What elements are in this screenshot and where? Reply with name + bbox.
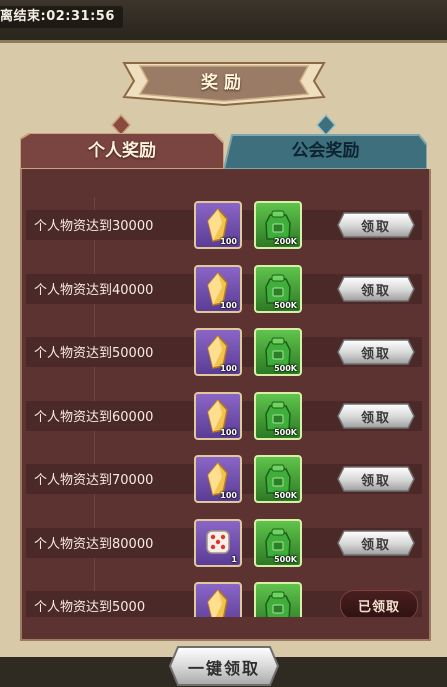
claim-button[interactable]: 领取	[336, 275, 416, 303]
reward-item-slot[interactable]	[254, 582, 302, 617]
reward-item-slot[interactable]: 100	[194, 455, 242, 503]
reward-item-quantity: 100	[220, 491, 237, 500]
claim-button[interactable]: 领取	[336, 211, 416, 239]
reward-condition: 个人物资达到70000	[34, 473, 154, 488]
claim-button[interactable]: 领取	[336, 402, 416, 430]
reward-item-quantity: 200K	[274, 237, 297, 246]
reward-item-slot[interactable]: 500K	[254, 391, 302, 440]
tab-guild-label: 公会奖励	[291, 141, 360, 161]
reward-list-panel: 个人物资达到30000 100 200K 领取 个人物资达到40000 100 500K 领取…	[20, 169, 431, 641]
reward-row: 个人物资达到60000 100 500K 领取	[22, 384, 429, 448]
reward-list[interactable]: 个人物资达到30000 100 200K 领取 个人物资达到40000 100 500K 领取…	[22, 169, 429, 617]
claim-button[interactable]: 领取	[336, 338, 416, 366]
claim-button-label: 领取	[360, 283, 391, 299]
claim-button[interactable]: 领取	[336, 529, 416, 557]
tab-guild-rewards[interactable]: 公会奖励	[224, 133, 427, 169]
claim-button-label: 领取	[360, 347, 391, 362]
reward-item-slot[interactable]: 100	[194, 264, 242, 313]
reward-condition: 个人物资达到80000	[34, 536, 154, 552]
tab-personal-label: 个人奖励	[88, 141, 156, 161]
reward-row: 个人物资达到5000 已领取	[22, 574, 429, 617]
reward-condition: 个人物资达到5000	[34, 600, 146, 615]
reward-item-quantity: 500K	[274, 554, 297, 564]
reward-item-slot[interactable]: 500K	[254, 518, 302, 567]
reward-item-slot[interactable]: 100	[194, 328, 242, 376]
reward-condition: 个人物资达到40000	[34, 282, 154, 298]
claim-all-button[interactable]: 一键领取	[168, 645, 280, 687]
tab-personal-rewards[interactable]: 个人奖励	[20, 133, 224, 169]
claimed-badge: 已领取	[340, 590, 418, 617]
reward-condition: 个人物资达到50000	[34, 346, 154, 361]
reward-row: 个人物资达到30000 100 200K 领取	[22, 193, 429, 257]
reward-item-slot[interactable]	[194, 582, 242, 617]
claim-button-label: 领取	[360, 220, 391, 235]
reward-window: 奖励 个人奖励 公会奖励 个人物资达到30000 100 200K 领取 个人物资达到4…	[0, 40, 447, 686]
reward-condition: 个人物资达到60000	[34, 409, 154, 425]
window-title: 奖励	[201, 73, 247, 93]
claim-button-label: 领取	[360, 537, 391, 553]
reward-item-slot[interactable]: 500K	[254, 455, 302, 503]
reward-item-slot[interactable]: 100	[194, 391, 242, 440]
reward-item-quantity: 500K	[274, 491, 297, 500]
reward-item-quantity: 100	[220, 427, 237, 437]
event-timer: 离结束:02:31:56	[0, 6, 123, 28]
reward-item-slot[interactable]: 1	[194, 518, 242, 567]
reward-item-quantity: 500K	[274, 364, 297, 373]
reward-item-slot[interactable]: 200K	[254, 201, 302, 249]
reward-row: 个人物资达到40000 100 500K 领取	[22, 257, 429, 321]
claim-button[interactable]: 领取	[336, 465, 416, 493]
claim-button-label: 领取	[360, 410, 391, 426]
reward-item-quantity: 1	[231, 554, 237, 564]
reward-item-slot[interactable]: 500K	[254, 264, 302, 313]
reward-row: 个人物资达到50000 100 500K 领取	[22, 320, 429, 384]
claim-all-label: 一键领取	[187, 659, 260, 678]
reward-item-quantity: 100	[220, 237, 237, 246]
title-plate: 奖励	[118, 57, 330, 107]
reward-condition: 个人物资达到30000	[34, 219, 154, 234]
claim-button-label: 领取	[360, 474, 391, 489]
reward-item-quantity: 100	[220, 300, 237, 310]
reward-item-quantity: 500K	[274, 300, 297, 310]
top-bar: 离结束:02:31:56	[0, 0, 447, 40]
claimed-label: 已领取	[357, 600, 400, 615]
reward-item-quantity: 500K	[274, 427, 297, 437]
reward-item-quantity: 100	[220, 364, 237, 373]
reward-item-slot[interactable]: 500K	[254, 328, 302, 376]
reward-item-slot[interactable]: 100	[194, 201, 242, 249]
reward-row: 个人物资达到70000 100 500K 领取	[22, 447, 429, 511]
reward-row: 个人物资达到80000 1 500K 领取	[22, 511, 429, 575]
